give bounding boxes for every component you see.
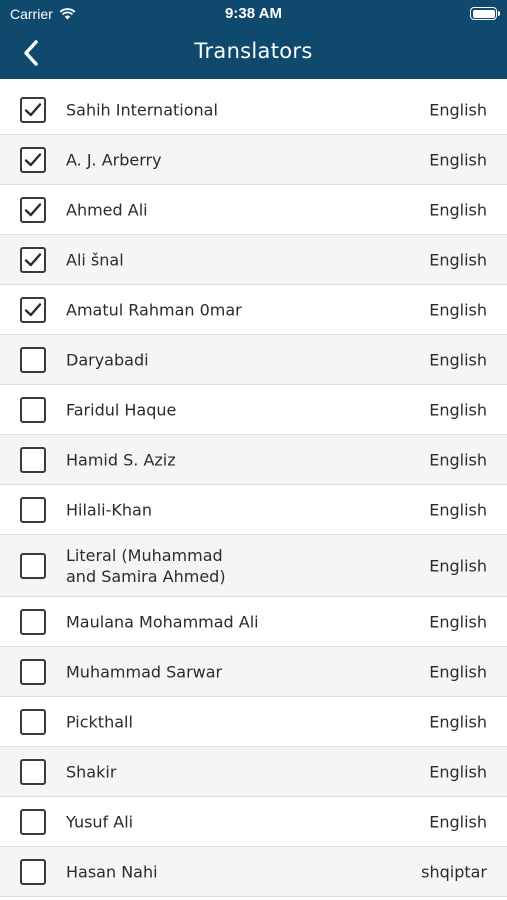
translator-name: Faridul Haque	[66, 400, 177, 419]
translator-row[interactable]: Literal (Muhammad and Samira Ahmed) Engli…	[0, 535, 507, 597]
translator-checkbox[interactable]	[20, 758, 46, 785]
translator-language: English	[429, 450, 487, 469]
translator-list: Sahih International English A. J. Arberry E…	[0, 85, 507, 897]
translator-name: Hamid S. Aziz	[66, 450, 176, 469]
translator-language: English	[429, 200, 487, 219]
translator-name: Hasan Nahi	[66, 862, 158, 881]
translator-row[interactable]: Pickthall English	[0, 697, 507, 747]
translator-language: English	[429, 500, 487, 519]
translator-row[interactable]: Faridul Haque English	[0, 385, 507, 435]
translator-checkbox[interactable]	[20, 96, 46, 123]
translator-row[interactable]: Hamid S. Aziz English	[0, 435, 507, 485]
translator-language: English	[429, 762, 487, 781]
checkmark-icon	[24, 252, 42, 266]
translator-checkbox[interactable]	[20, 496, 46, 523]
translator-language: English	[429, 662, 487, 681]
translator-checkbox[interactable]	[20, 146, 46, 173]
translator-name: Hilali-Khan	[66, 500, 152, 519]
translator-name: Muhammad Sarwar	[66, 662, 223, 681]
translator-checkbox[interactable]	[20, 858, 46, 885]
translator-name: Ahmed Ali	[66, 200, 148, 219]
translator-row[interactable]: Maulana Mohammad Ali English	[0, 597, 507, 647]
translator-language: English	[429, 712, 487, 731]
translator-row[interactable]: Yusuf Ali English	[0, 797, 507, 847]
translator-checkbox[interactable]	[20, 196, 46, 223]
translator-checkbox[interactable]	[20, 708, 46, 735]
translator-row[interactable]: Hasan Nahi shqiptar	[0, 847, 507, 897]
navigation-header: Carrier 9:38 AM Translators	[0, 0, 507, 79]
status-time: 9:38 AM	[225, 5, 282, 22]
translator-checkbox[interactable]	[20, 446, 46, 473]
translator-language: English	[429, 150, 487, 169]
translator-language: English	[429, 250, 487, 269]
translator-checkbox[interactable]	[20, 808, 46, 835]
translator-row[interactable]: Sahih International English	[0, 85, 507, 135]
translator-checkbox[interactable]	[20, 296, 46, 323]
translator-row[interactable]: Muhammad Sarwar English	[0, 647, 507, 697]
nav-bar: Translators	[0, 30, 507, 76]
translator-language: English	[429, 350, 487, 369]
translator-name: A. J. Arberry	[66, 150, 162, 169]
translator-row[interactable]: Ahmed Ali English	[0, 185, 507, 235]
translator-language: English	[429, 100, 487, 119]
translator-checkbox[interactable]	[20, 246, 46, 273]
translator-checkbox[interactable]	[20, 346, 46, 373]
translator-name: Shakir	[66, 762, 117, 781]
translator-row[interactable]: Shakir English	[0, 747, 507, 797]
translator-language: shqiptar	[421, 862, 487, 881]
translator-name: Yusuf Ali	[66, 812, 134, 831]
translator-language: English	[429, 556, 487, 575]
translator-checkbox[interactable]	[20, 608, 46, 635]
checkmark-icon	[24, 102, 42, 116]
translator-language: English	[429, 812, 487, 831]
page-title: Translators	[194, 39, 313, 63]
translator-language: English	[429, 612, 487, 631]
translator-row[interactable]: Ali šnal English	[0, 235, 507, 285]
translator-name: Pickthall	[66, 712, 133, 731]
translator-row[interactable]: Amatul Rahman 0mar English	[0, 285, 507, 335]
translator-name: Ali šnal	[66, 250, 124, 269]
status-bar: Carrier 9:38 AM	[0, 0, 507, 28]
translator-name: Amatul Rahman 0mar	[66, 300, 242, 319]
translator-row[interactable]: A. J. Arberry English	[0, 135, 507, 185]
checkmark-icon	[24, 152, 42, 166]
translator-language: English	[429, 300, 487, 319]
translator-checkbox[interactable]	[20, 396, 46, 423]
translator-name: Literal (Muhammad and Samira Ahmed)	[66, 545, 226, 586]
translator-checkbox[interactable]	[20, 658, 46, 685]
translator-row[interactable]: Daryabadi English	[0, 335, 507, 385]
checkmark-icon	[24, 302, 42, 316]
battery-icon	[470, 7, 500, 20]
checkmark-icon	[24, 202, 42, 216]
translator-name: Maulana Mohammad Ali	[66, 612, 259, 631]
translator-name: Sahih International	[66, 100, 218, 119]
translator-language: English	[429, 400, 487, 419]
translator-row[interactable]: Hilali-Khan English	[0, 485, 507, 535]
translator-checkbox[interactable]	[20, 552, 46, 579]
translator-name: Daryabadi	[66, 350, 149, 369]
